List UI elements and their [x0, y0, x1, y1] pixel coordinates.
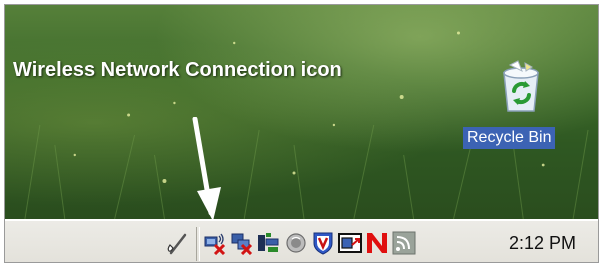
recycle-bin-icon	[503, 60, 539, 112]
sound-icon[interactable]	[284, 231, 308, 255]
network-adapter-icon[interactable]	[257, 231, 281, 255]
wireless-network-disconnected-icon[interactable]	[203, 231, 227, 255]
mcafee-shield-icon[interactable]	[311, 231, 335, 255]
norton-icon[interactable]	[365, 231, 389, 255]
pointer-arrow	[192, 117, 221, 221]
desktop[interactable]: Wireless Network Connection icon Recycle…	[5, 5, 598, 221]
recycle-bin[interactable]: Recycle Bin	[463, 57, 583, 157]
feed-icon[interactable]	[392, 231, 416, 255]
screenshot-frame: Wireless Network Connection icon Recycle…	[4, 4, 599, 263]
annotation-caption: Wireless Network Connection icon	[13, 59, 342, 81]
recycle-bin-label: Recycle Bin	[463, 127, 556, 149]
lan-disconnected-icon[interactable]	[230, 231, 254, 255]
pen-tablet-icon[interactable]	[165, 231, 189, 255]
display-settings-icon[interactable]	[338, 231, 362, 255]
taskbar: 2:12 PM	[5, 219, 598, 262]
tray-divider	[196, 227, 200, 261]
clock[interactable]: 2:12 PM	[509, 233, 576, 254]
